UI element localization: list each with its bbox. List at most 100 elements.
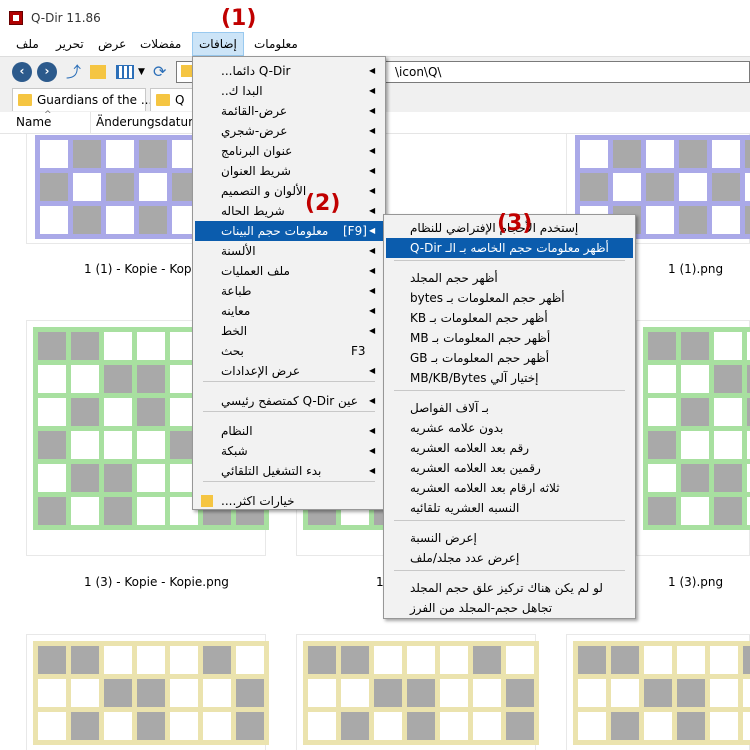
extras-menu-item[interactable]: عرض الإعدادات ◀	[195, 361, 383, 381]
extras-menu-item[interactable]: الألسنة ◀	[195, 241, 383, 261]
menu-item-label: بحث	[221, 344, 244, 358]
grid-cell	[681, 497, 709, 525]
extras-menu-item[interactable]: النظام ◀	[195, 421, 383, 441]
extras-menu-item[interactable]: معاينه ◀	[195, 301, 383, 321]
grid-cell	[644, 679, 672, 707]
grid-cell	[681, 464, 709, 492]
menu-view[interactable]: عرض	[92, 32, 132, 56]
grid-cell	[743, 679, 750, 707]
grid-cell	[679, 173, 707, 201]
menu-file[interactable]: ملف	[10, 32, 45, 56]
extras-menu-item[interactable]: عين Q-Dir كمتصفح رئيسي ◀	[195, 391, 383, 411]
extras-menu-item[interactable]: الخط ◀	[195, 321, 383, 341]
extras-menu-item[interactable]: عرض-القائمة ◀	[195, 101, 383, 121]
size-submenu-item[interactable]: إعرض النسبة	[386, 528, 633, 548]
grid-cell	[71, 679, 99, 707]
extras-menu-item[interactable]: خيارات اكثر....	[195, 491, 383, 511]
extras-menu-item[interactable]: ملف العمليات ◀	[195, 261, 383, 281]
submenu-arrow-icon: ◀	[369, 366, 376, 375]
grid-cell	[681, 365, 709, 393]
tab-q[interactable]: Q	[150, 88, 198, 111]
refresh-icon[interactable]: ⟳	[153, 62, 173, 82]
extras-menu-item[interactable]: البدا ك.. ◀	[195, 81, 383, 101]
file-thumbnail[interactable]	[26, 634, 269, 750]
submenu-arrow-icon: ◀	[369, 126, 376, 135]
grid-cell	[714, 431, 742, 459]
up-folder-icon[interactable]: ⤴	[66, 62, 86, 82]
file-caption[interactable]: 1 (1) - Kopie - Kopie.	[84, 262, 206, 276]
grid-cell	[648, 464, 676, 492]
grid-cell	[104, 679, 132, 707]
file-thumbnail[interactable]	[636, 320, 750, 556]
file-thumbnail[interactable]	[566, 634, 750, 750]
file-thumbnail[interactable]	[296, 634, 539, 750]
extras-menu-item[interactable]: معلومات حجم البينات ◀ [F9]	[195, 221, 383, 241]
size-submenu-item[interactable]: لو لم يكن هناك تركيز علق حجم المجلد	[386, 578, 633, 598]
grid-cell	[473, 679, 501, 707]
extras-menu-item[interactable]: عنوان البرنامج ◀	[195, 141, 383, 161]
menu-separator	[394, 260, 625, 261]
size-submenu-item[interactable]: أظهر حجم المعلومات بـ KB	[386, 308, 633, 328]
menu-info[interactable]: معلومات	[248, 32, 304, 56]
grid-cell	[137, 464, 165, 492]
size-submenu-item[interactable]: أظهر حجم المعلومات بـ bytes	[386, 288, 633, 308]
size-submenu-item[interactable]: تجاهل حجم-المجلد من الفرز	[386, 598, 633, 618]
file-caption[interactable]: 1 (1).png	[668, 262, 723, 276]
grid-cell	[714, 398, 742, 426]
file-caption[interactable]: 1 (3) - Kopie - Kopie.png	[84, 575, 229, 589]
submenu-arrow-icon: ◀	[369, 246, 376, 255]
forward-icon[interactable]: ›	[37, 62, 57, 82]
size-submenu-item[interactable]: أظهر حجم المعلومات بـ MB	[386, 328, 633, 348]
size-submenu-item[interactable]: رقمين بعد العلامه العشريه	[386, 458, 633, 478]
view-mode-icon[interactable]	[116, 65, 134, 79]
menu-edit[interactable]: تحرير	[50, 32, 90, 56]
size-submenu-item[interactable]: بدون علامه عشريه	[386, 418, 633, 438]
size-submenu-item[interactable]: أظهر معلومات حجم الخاصه بـ الـ Q-Dir	[386, 238, 633, 258]
menu-item-label: عنوان البرنامج	[221, 144, 293, 158]
grid-cell	[137, 398, 165, 426]
extras-menu-item[interactable]: عرض-شجري ◀	[195, 121, 383, 141]
extras-menu-item[interactable]: شريط العنوان ◀	[195, 161, 383, 181]
menu-favorites[interactable]: مفضلات	[134, 32, 187, 56]
back-icon[interactable]: ‹	[12, 62, 32, 82]
grid-cell	[677, 679, 705, 707]
menu-item-label: عرض-القائمة	[221, 104, 288, 118]
column-separator[interactable]	[90, 112, 91, 134]
grid-cell	[38, 712, 66, 740]
extras-menu-item[interactable]: بحث F3	[195, 341, 383, 361]
grid-cell	[611, 646, 639, 674]
extras-menu-item[interactable]: طباعة ◀	[195, 281, 383, 301]
size-submenu-item[interactable]: النسبه العشريه تلقائيه	[386, 498, 633, 518]
submenu-arrow-icon: ◀	[369, 226, 376, 235]
size-submenu-item[interactable]: إعرض عدد مجلد/ملف	[386, 548, 633, 568]
column-date[interactable]: Änderungsdatum	[96, 115, 200, 129]
extras-menu-item[interactable]: Q-Dir دائما... ◀	[195, 61, 383, 81]
grid-cell	[139, 206, 167, 234]
menu-separator	[203, 481, 375, 482]
grid-cell	[611, 712, 639, 740]
extras-menu-item[interactable]: بدء التشغيل التلقائي ◀	[195, 461, 383, 481]
size-submenu-item[interactable]: بـ آلاف الفواصل	[386, 398, 633, 418]
grid-cell	[137, 646, 165, 674]
grid-cell	[73, 206, 101, 234]
folder-icon	[201, 495, 213, 507]
tab-guardians[interactable]: Guardians of the ...	[12, 88, 152, 111]
size-submenu-item[interactable]: أظهر حجم المجلد	[386, 268, 633, 288]
grid-cell	[236, 712, 264, 740]
file-caption[interactable]: 1 (3).png	[668, 575, 723, 589]
size-submenu-item[interactable]: إختيار آلي MB/KB/Bytes	[386, 368, 633, 388]
size-submenu-item[interactable]: رقم بعد العلامه العشريه	[386, 438, 633, 458]
new-folder-icon[interactable]	[90, 65, 106, 79]
grid-cell	[710, 679, 738, 707]
size-submenu-item[interactable]: ثلاثه ارقام بعد العلامه العشريه	[386, 478, 633, 498]
menu-extras[interactable]: إضافات	[192, 32, 244, 56]
folder-icon	[18, 94, 32, 106]
extras-menu-item[interactable]: شبكة ◀	[195, 441, 383, 461]
submenu-arrow-icon: ◀	[369, 286, 376, 295]
size-submenu-item[interactable]: أظهر حجم المعلومات بـ GB	[386, 348, 633, 368]
extras-menu-item[interactable]: الألوان و التصميم ◀	[195, 181, 383, 201]
extras-menu-item[interactable]: شريط الحاله ◀	[195, 201, 383, 221]
menu-item-label: الألسنة	[221, 244, 256, 258]
grid-cell	[644, 646, 672, 674]
menu-item-label: معاينه	[221, 304, 251, 318]
